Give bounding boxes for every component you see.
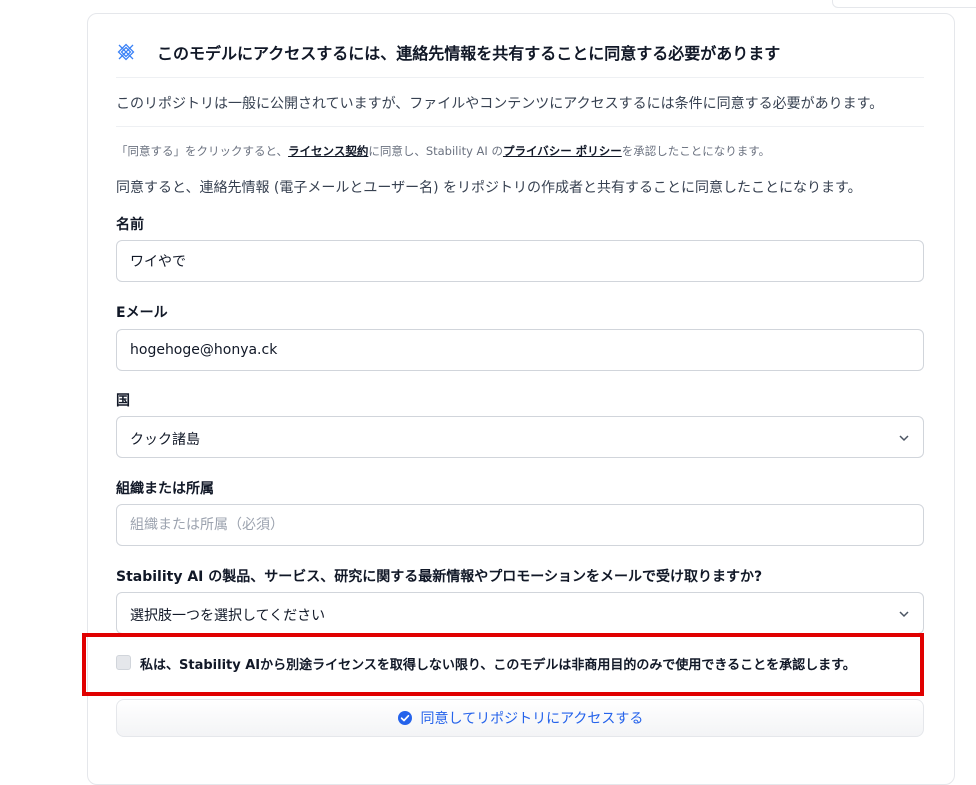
email-input[interactable] [116, 329, 924, 371]
chevron-down-icon [899, 435, 909, 442]
marketing-select[interactable]: 選択肢一つを選択してください [116, 592, 924, 634]
notice-text-1: 「同意する」をクリックすると、 [116, 144, 289, 158]
marketing-label: Stability AI の製品、サービス、研究に関する最新情報やプロモーション… [116, 569, 763, 585]
noncommercial-checkbox[interactable] [116, 655, 131, 670]
country-select[interactable]: クック諸島 [116, 416, 924, 458]
country-select-value: クック諸島 [130, 432, 200, 448]
page-title: このモデルにアクセスするには、連絡先情報を共有することに同意する必要があります [157, 44, 781, 63]
chevron-down-icon [899, 611, 909, 618]
agree-access-label: 同意してリポジトリにアクセスする [420, 711, 644, 727]
divider [116, 126, 924, 127]
organization-input[interactable] [116, 504, 924, 546]
license-agreement-link[interactable]: ライセンス契約 [288, 144, 368, 158]
intro-text: このリポジトリは一般に公開されていますが、ファイルやコンテンツにアクセスするには… [116, 96, 884, 112]
organization-label: 組織または所属 [116, 481, 214, 497]
country-label: 国 [116, 393, 130, 409]
marketing-select-value: 選択肢一つを選択してください [130, 608, 326, 624]
name-label: 名前 [116, 217, 144, 233]
notice-text-2: に同意し、Stability AI の [368, 144, 503, 158]
privacy-policy-link[interactable]: プライバシー ポリシー [503, 144, 622, 158]
check-circle-icon [397, 711, 412, 725]
divider [116, 77, 924, 78]
email-label: Eメール [116, 305, 168, 321]
gated-access-icon [117, 43, 135, 61]
top-right-button[interactable] [832, 0, 976, 8]
name-input[interactable] [116, 240, 924, 282]
share-notice: 同意すると、連絡先情報 (電子メールとユーザー名) をリポジトリの作成者と共有す… [116, 180, 862, 196]
agree-access-button[interactable]: 同意してリポジトリにアクセスする [116, 699, 924, 737]
license-notice: 「同意する」をクリックすると、ライセンス契約に同意し、Stability AI … [116, 143, 770, 159]
noncommercial-label: 私は、Stability AIから別途ライセンスを取得しない限り、このモデルは非… [140, 658, 856, 673]
notice-text-3: を承認したことになります。 [621, 144, 771, 158]
